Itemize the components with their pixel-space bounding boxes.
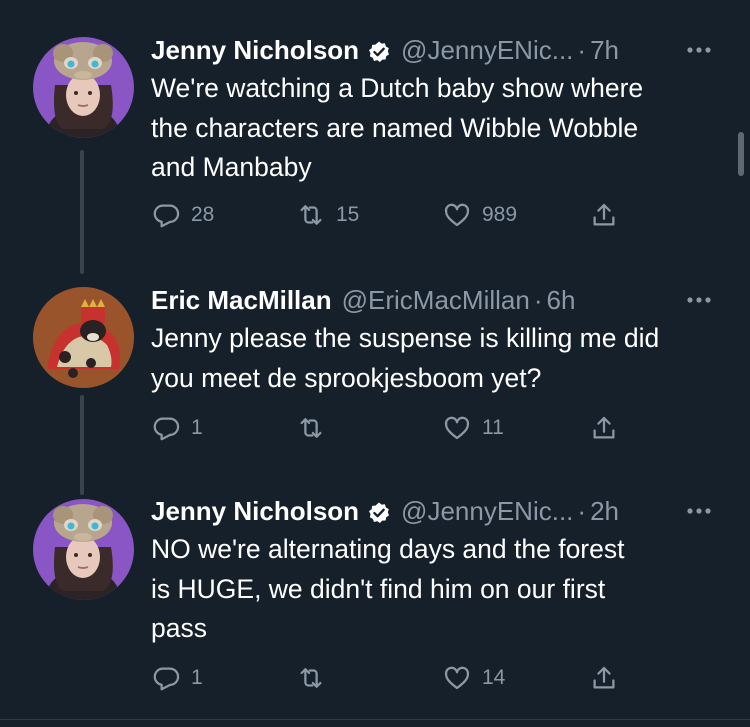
retweet-icon [300,668,322,688]
tweet-text: Jenny please the suspense is killing me … [151,323,660,393]
retweet-button[interactable] [296,660,336,696]
tweet-timestamp[interactable]: 2h [590,494,619,528]
divider [0,719,750,720]
reply-count: 28 [191,203,215,226]
like-button[interactable]: 11 [442,410,504,446]
retweet-count: 15 [336,203,360,226]
share-icon [593,416,615,439]
author-name[interactable]: Jenny Nicholson [151,33,359,67]
like-button[interactable]: 14 [442,660,505,696]
like-count: 14 [482,666,506,689]
retweet-button[interactable] [296,410,336,446]
reply-count: 1 [191,666,203,689]
reply-icon [153,204,180,228]
more-options-icon[interactable] [684,496,714,526]
share-button[interactable] [589,410,619,446]
author-handle[interactable]: @EricMacMillan [342,283,530,317]
scrollbar[interactable] [738,132,744,176]
tweet-actions: 28 15 989 [151,197,631,233]
separator-dot: · [577,496,587,526]
reply-button[interactable]: 28 [151,197,214,233]
thread-connector-line [80,395,84,495]
tweet-timestamp[interactable]: 6h [547,283,576,317]
share-icon [593,666,615,689]
author-name[interactable]: Jenny Nicholson [151,494,359,528]
reply-button[interactable]: 1 [151,660,203,696]
reply-icon [153,667,180,691]
verified-badge-icon [367,499,391,523]
share-button[interactable] [589,660,619,696]
author-handle[interactable]: @JennyENic... [401,494,573,528]
heart-icon [444,416,470,440]
more-options-icon[interactable] [684,35,714,65]
author-name[interactable]: Eric MacMillan [151,283,332,317]
tweet-timestamp[interactable]: 7h [590,33,619,67]
avatar[interactable] [33,287,134,388]
tweet-header: Eric MacMillan @EricMacMillan · 6h [151,283,575,317]
conversation-thread: Jenny Nicholson @JennyENic... · 7h We're… [0,0,750,727]
heart-icon [444,203,470,227]
like-count: 11 [482,416,504,439]
verified-badge-icon [367,38,391,62]
reply-count: 1 [191,416,203,439]
tweet-header: Jenny Nicholson @JennyENic... · 7h [151,33,619,67]
tweet-text: NO we're alternating days and the forest… [151,534,625,643]
reply-icon [153,417,180,441]
like-count: 989 [482,203,518,226]
share-button[interactable] [589,197,619,233]
separator-dot: · [533,285,543,315]
avatar[interactable] [33,37,134,138]
tweet-text: We're watching a Dutch baby show where t… [151,73,644,182]
retweet-icon [300,418,322,438]
retweet-icon [300,205,322,225]
tweet-actions: 1 11 [151,410,631,446]
reply-button[interactable]: 1 [151,410,203,446]
thread-connector-line [80,150,84,274]
heart-icon [444,666,470,690]
retweet-button[interactable]: 15 [296,197,359,233]
separator-dot: · [577,35,587,65]
tweet-actions: 1 14 [151,660,631,696]
more-options-icon[interactable] [684,285,714,315]
share-icon [593,203,615,226]
like-button[interactable]: 989 [442,197,517,233]
avatar[interactable] [33,499,134,600]
author-handle[interactable]: @JennyENic... [401,33,573,67]
tweet-header: Jenny Nicholson @JennyENic... · 2h [151,494,619,528]
